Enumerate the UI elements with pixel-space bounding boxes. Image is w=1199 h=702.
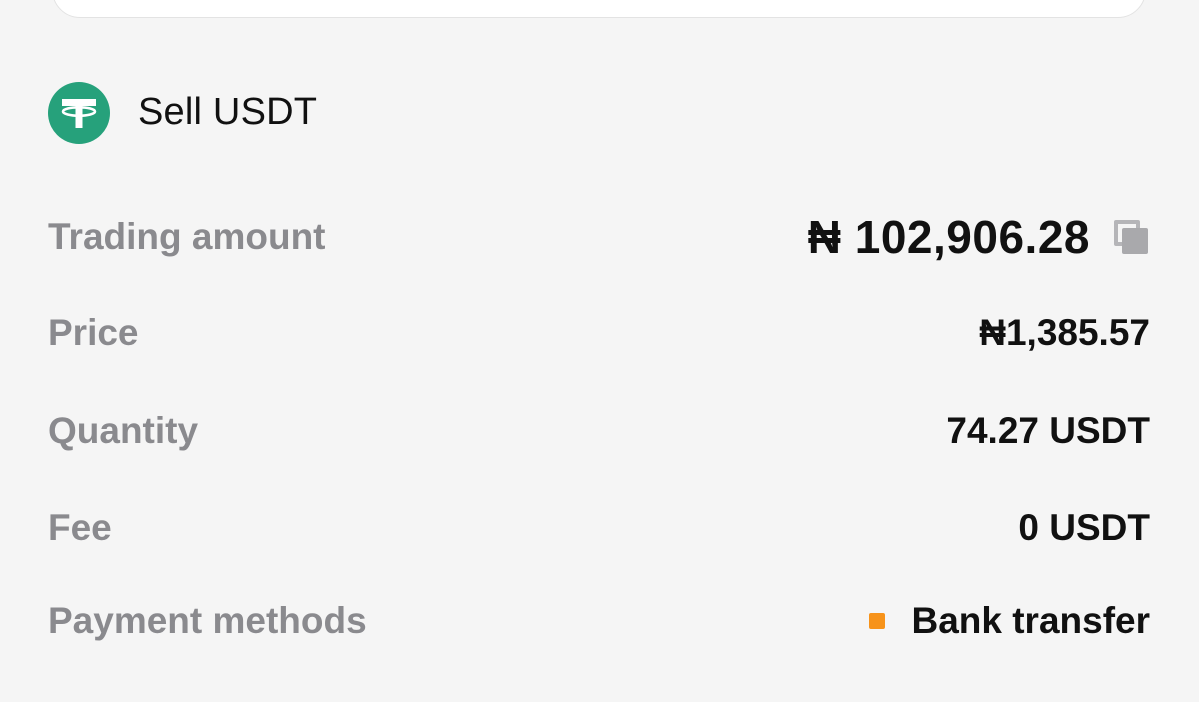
bank-transfer-marker-icon — [869, 613, 886, 629]
trading-amount-value-group: ₦ 102,906.28 — [808, 210, 1150, 264]
page-title: Sell USDT — [138, 91, 318, 133]
payment-methods-label: Payment methods — [48, 600, 367, 641]
order-header: Sell USDT — [48, 81, 317, 144]
tether-icon — [48, 81, 110, 144]
price-label: Price — [48, 312, 139, 353]
quantity-value: 74.27 USDT — [946, 410, 1150, 451]
price-value: ₦1,385.57 — [979, 312, 1150, 353]
trading-amount-value: ₦ 102,906.28 — [807, 211, 1090, 263]
payment-methods-row: Payment methods Bank transfer — [48, 593, 1150, 649]
quantity-row: Quantity 74.27 USDT — [48, 403, 1150, 459]
fee-label: Fee — [48, 507, 112, 548]
trading-amount-row: Trading amount ₦ 102,906.28 — [48, 205, 1150, 269]
copy-icon[interactable] — [1112, 218, 1150, 256]
price-row: Price ₦1,385.57 — [48, 305, 1150, 361]
payment-method-group: Bank transfer — [869, 600, 1150, 642]
trading-amount-label: Trading amount — [48, 216, 326, 257]
previous-card — [52, 0, 1146, 18]
fee-value: 0 USDT — [1018, 507, 1150, 548]
quantity-label: Quantity — [48, 410, 199, 451]
payment-method-value: Bank transfer — [911, 600, 1150, 641]
fee-row: Fee 0 USDT — [48, 500, 1150, 556]
